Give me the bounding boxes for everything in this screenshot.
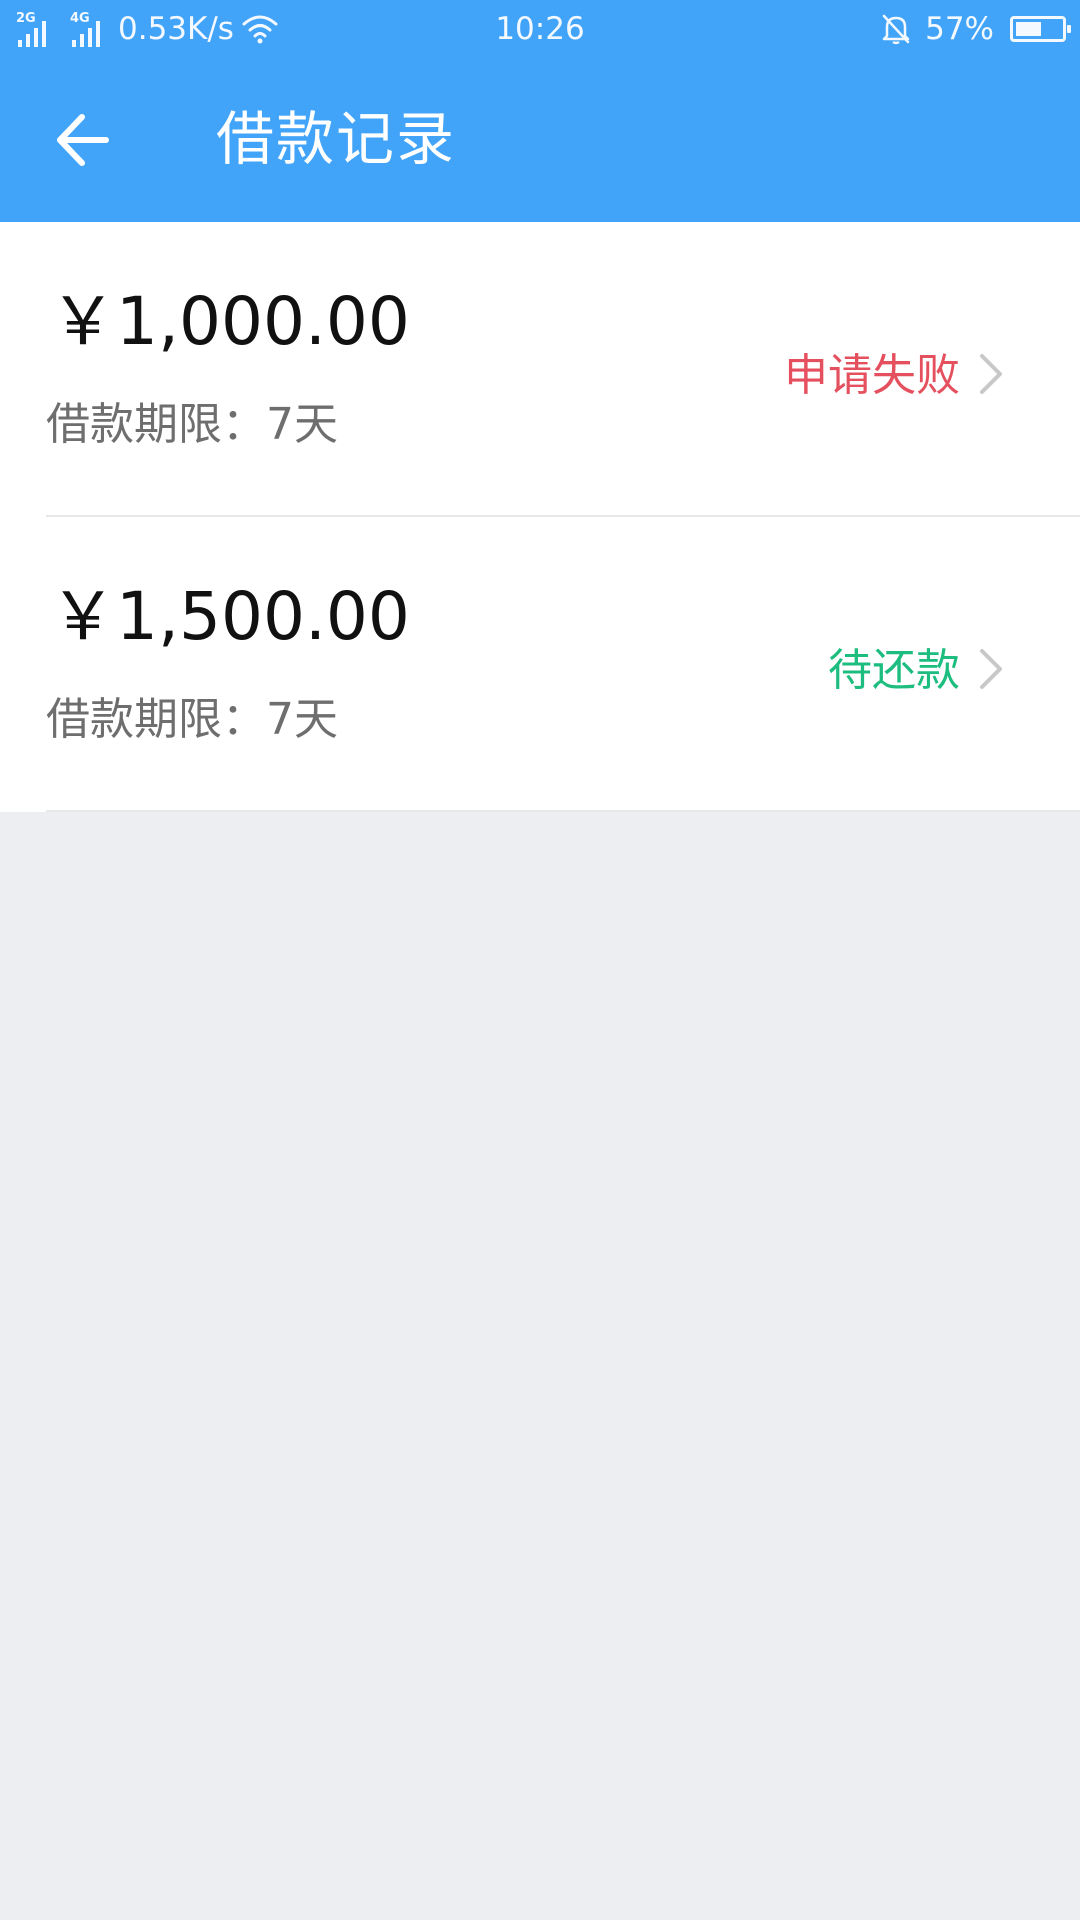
back-arrow-icon[interactable] [50, 105, 120, 175]
app-header: 2G 4G 0.53K/s 10:26 57% 借款记录 [0, 0, 1080, 222]
battery-percentage: 57% [925, 11, 994, 47]
loan-record-item[interactable]: ￥1,000.00 借款期限：7天 申请失败 [0, 222, 1080, 517]
loan-amount: ￥1,500.00 [50, 578, 410, 655]
chevron-right-icon [980, 649, 1002, 689]
status-bar: 2G 4G 0.53K/s 10:26 57% [0, 0, 1080, 58]
status-right: 57% [881, 9, 1071, 49]
loan-record-list: ￥1,000.00 借款期限：7天 申请失败 ￥1,500.00 借款期限：7天… [0, 222, 1080, 812]
page-title: 借款记录 [216, 105, 457, 173]
battery-fill [1016, 22, 1041, 36]
chevron-right-icon [980, 354, 1002, 394]
loan-amount: ￥1,000.00 [50, 283, 410, 360]
loan-status: 待还款 [828, 645, 960, 696]
loan-term: 借款期限：7天 [46, 694, 338, 745]
bell-muted-icon [882, 14, 910, 45]
loan-record-item[interactable]: ￥1,500.00 借款期限：7天 待还款 [0, 517, 1080, 812]
divider [46, 810, 1080, 812]
loan-status: 申请失败 [784, 350, 960, 401]
battery-icon [1010, 16, 1071, 42]
loan-term: 借款期限：7天 [46, 399, 338, 450]
